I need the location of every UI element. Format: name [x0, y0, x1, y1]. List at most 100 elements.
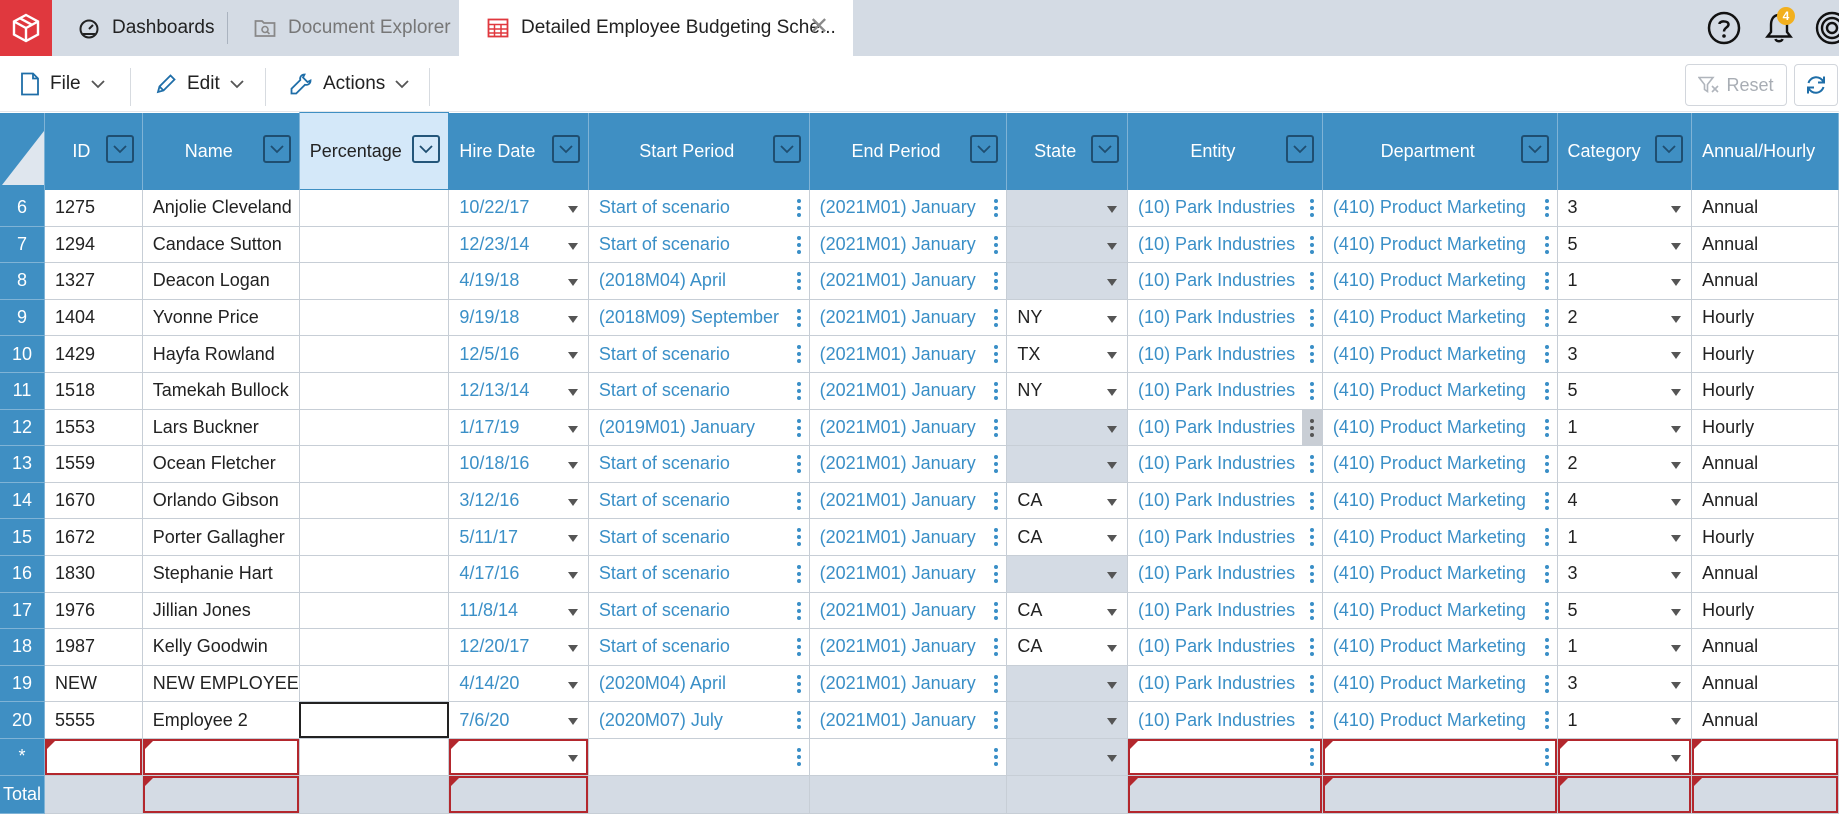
cell-start-period[interactable]: Start of scenario	[588, 226, 810, 264]
cell-hire-date[interactable]: 5/11/17	[448, 518, 589, 556]
col-header-end-period[interactable]: End Period	[809, 112, 1008, 190]
new-cell-state[interactable]	[1006, 738, 1129, 776]
cell-department[interactable]: (410) Product Marketing	[1322, 372, 1558, 410]
cell-name[interactable]: Lars Buckner	[142, 409, 300, 447]
cell-end-period[interactable]: (2021M01) January	[809, 665, 1008, 703]
tab-document-explorer[interactable]: Document Explorer	[252, 0, 451, 56]
cell-percentage[interactable]	[299, 482, 450, 520]
cell-category[interactable]: 3	[1557, 665, 1693, 703]
cell-menu-icon[interactable]	[994, 455, 999, 474]
cell-category[interactable]: 2	[1557, 445, 1693, 483]
cell-menu-icon[interactable]	[1309, 345, 1314, 364]
cell-annual-hourly[interactable]: Annual	[1691, 665, 1839, 703]
cell-percentage[interactable]	[299, 372, 450, 410]
cell-menu-icon[interactable]	[1309, 711, 1314, 730]
cell-menu-icon[interactable]	[994, 235, 999, 254]
cell-menu-icon[interactable]	[994, 564, 999, 583]
cell-id[interactable]: 1830	[44, 555, 143, 593]
cell-category[interactable]: 1	[1557, 701, 1693, 739]
cell-end-period[interactable]: (2021M01) January	[809, 592, 1008, 630]
cell-menu-icon[interactable]	[1544, 638, 1549, 657]
cell-hire-date[interactable]: 10/22/17	[448, 189, 589, 227]
cell-department[interactable]: (410) Product Marketing	[1322, 518, 1558, 556]
cell-percentage[interactable]	[299, 592, 450, 630]
cell-menu-icon[interactable]	[796, 638, 801, 657]
row-number[interactable]: 8	[0, 262, 45, 300]
cell-state[interactable]: CA	[1006, 628, 1129, 666]
cell-end-period[interactable]: (2021M01) January	[809, 555, 1008, 593]
cell-id[interactable]: 1518	[44, 372, 143, 410]
cell-state[interactable]: NY	[1006, 299, 1129, 337]
cell-annual-hourly[interactable]: Hourly	[1691, 409, 1839, 447]
cell-category[interactable]: 3	[1557, 189, 1693, 227]
cell-end-period[interactable]: (2021M01) January	[809, 628, 1008, 666]
new-cell-category[interactable]	[1557, 738, 1693, 776]
cell-menu-icon[interactable]	[796, 747, 801, 766]
col-header-annual-hourly[interactable]: Annual/Hourly	[1691, 112, 1839, 190]
edit-menu-button[interactable]: Edit	[155, 56, 244, 112]
cell-menu-icon[interactable]	[1544, 345, 1549, 364]
cell-entity[interactable]: (10) Park Industries	[1127, 665, 1323, 703]
cell-annual-hourly[interactable]: Annual	[1691, 701, 1839, 739]
cell-id[interactable]: 1987	[44, 628, 143, 666]
cell-annual-hourly[interactable]: Hourly	[1691, 299, 1839, 337]
select-all-corner[interactable]	[0, 112, 45, 190]
cell-end-period[interactable]: (2021M01) January	[809, 189, 1008, 227]
cell-menu-icon[interactable]	[1544, 381, 1549, 400]
col-header-name[interactable]: Name	[142, 112, 300, 190]
cell-start-period[interactable]: (2018M04) April	[588, 262, 810, 300]
row-number[interactable]: 11	[0, 372, 45, 410]
cell-menu-icon[interactable]	[994, 638, 999, 657]
cell-department[interactable]: (410) Product Marketing	[1322, 482, 1558, 520]
cell-hire-date[interactable]: 1/17/19	[448, 409, 589, 447]
cell-department[interactable]: (410) Product Marketing	[1322, 335, 1558, 373]
cell-menu-icon[interactable]	[994, 528, 999, 547]
cell-menu-icon[interactable]	[796, 564, 801, 583]
cell-percentage[interactable]	[299, 409, 450, 447]
cell-percentage[interactable]	[299, 628, 450, 666]
column-filter-dropdown[interactable]	[970, 134, 999, 163]
cell-menu-icon[interactable]	[1544, 674, 1549, 693]
cell-department[interactable]: (410) Product Marketing	[1322, 299, 1558, 337]
new-cell-percentage[interactable]	[299, 738, 450, 776]
row-number[interactable]: 20	[0, 701, 45, 739]
cell-menu-icon[interactable]	[994, 381, 999, 400]
cell-state[interactable]: NY	[1006, 372, 1129, 410]
cell-department[interactable]: (410) Product Marketing	[1322, 226, 1558, 264]
cell-menu-icon[interactable]	[1544, 747, 1549, 766]
cell-name[interactable]: Hayfa Rowland	[142, 335, 300, 373]
cell-menu-icon[interactable]	[796, 674, 801, 693]
cell-start-period[interactable]: Start of scenario	[588, 445, 810, 483]
cell-name[interactable]: Deacon Logan	[142, 262, 300, 300]
column-filter-dropdown[interactable]	[1285, 134, 1314, 163]
cell-menu-icon[interactable]	[796, 711, 801, 730]
cell-end-period[interactable]: (2021M01) January	[809, 299, 1008, 337]
row-number[interactable]: 7	[0, 226, 45, 264]
cell-category[interactable]: 5	[1557, 592, 1693, 630]
cell-end-period[interactable]: (2021M01) January	[809, 409, 1008, 447]
actions-menu-button[interactable]: Actions	[289, 56, 409, 112]
cell-name[interactable]: Stephanie Hart	[142, 555, 300, 593]
cell-start-period[interactable]: Start of scenario	[588, 189, 810, 227]
cell-id[interactable]: 1559	[44, 445, 143, 483]
row-number[interactable]: 19	[0, 665, 45, 703]
reset-button[interactable]: Reset	[1685, 64, 1787, 106]
cell-menu-icon[interactable]	[796, 308, 801, 327]
cell-state[interactable]	[1006, 665, 1129, 703]
cell-end-period[interactable]: (2021M01) January	[809, 262, 1008, 300]
cell-annual-hourly[interactable]: Annual	[1691, 628, 1839, 666]
cell-menu-icon[interactable]	[1544, 198, 1549, 217]
cell-menu-icon[interactable]	[1309, 198, 1314, 217]
cell-hire-date[interactable]: 3/12/16	[448, 482, 589, 520]
row-number[interactable]: 18	[0, 628, 45, 666]
cell-menu-icon[interactable]	[994, 711, 999, 730]
cell-annual-hourly[interactable]: Annual	[1691, 262, 1839, 300]
cell-menu-icon[interactable]	[1544, 564, 1549, 583]
row-number[interactable]: 17	[0, 592, 45, 630]
cell-state[interactable]	[1006, 189, 1129, 227]
cell-entity[interactable]: (10) Park Industries	[1127, 189, 1323, 227]
column-filter-dropdown[interactable]	[772, 134, 801, 163]
cell-hire-date[interactable]: 12/13/14	[448, 372, 589, 410]
cell-department[interactable]: (410) Product Marketing	[1322, 189, 1558, 227]
cell-annual-hourly[interactable]: Hourly	[1691, 518, 1839, 556]
